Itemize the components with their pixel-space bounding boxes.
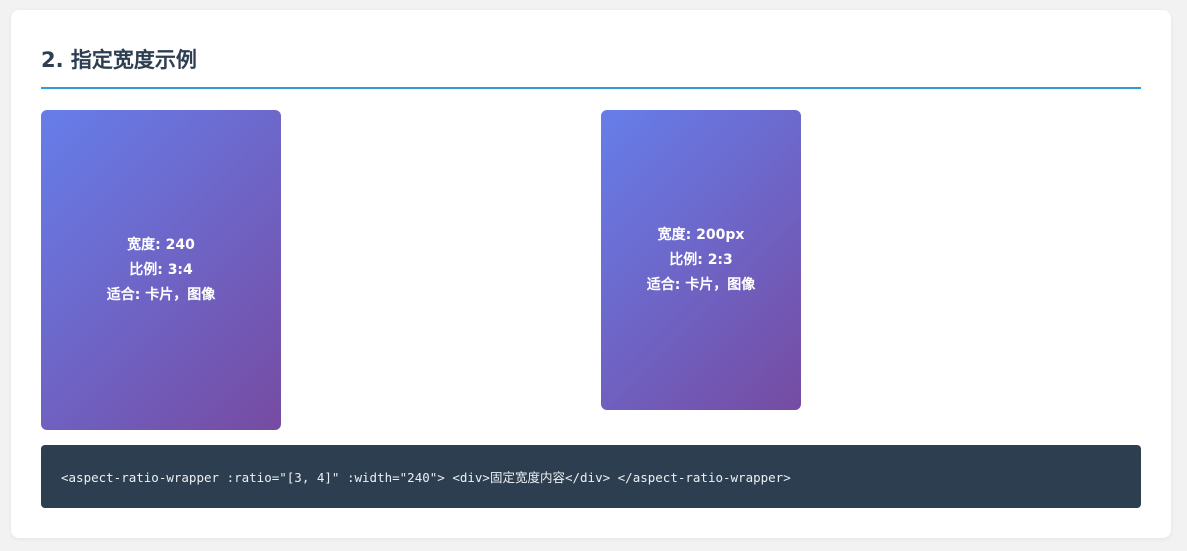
aspect-ratio-box-200: 宽度: 200px 比例: 2:3 适合: 卡片，图像 bbox=[601, 110, 801, 410]
code-text: <aspect-ratio-wrapper :ratio="[3, 4]" :w… bbox=[61, 470, 791, 485]
width-label: 宽度: 240 bbox=[127, 236, 195, 253]
code-snippet: <aspect-ratio-wrapper :ratio="[3, 4]" :w… bbox=[41, 445, 1141, 508]
use-case-label: 适合: 卡片，图像 bbox=[106, 286, 216, 303]
section-card: 2. 指定宽度示例 宽度: 240 比例: 3:4 适合: 卡片，图像 宽度: … bbox=[11, 10, 1171, 538]
ratio-label: 比例: 3:4 bbox=[129, 261, 193, 278]
section-title: 2. 指定宽度示例 bbox=[41, 48, 197, 72]
title-divider bbox=[41, 87, 1141, 89]
width-label: 宽度: 200px bbox=[657, 226, 745, 243]
use-case-label: 适合: 卡片，图像 bbox=[646, 276, 756, 293]
ratio-label: 比例: 2:3 bbox=[669, 251, 733, 268]
aspect-ratio-box-240: 宽度: 240 比例: 3:4 适合: 卡片，图像 bbox=[41, 110, 281, 430]
